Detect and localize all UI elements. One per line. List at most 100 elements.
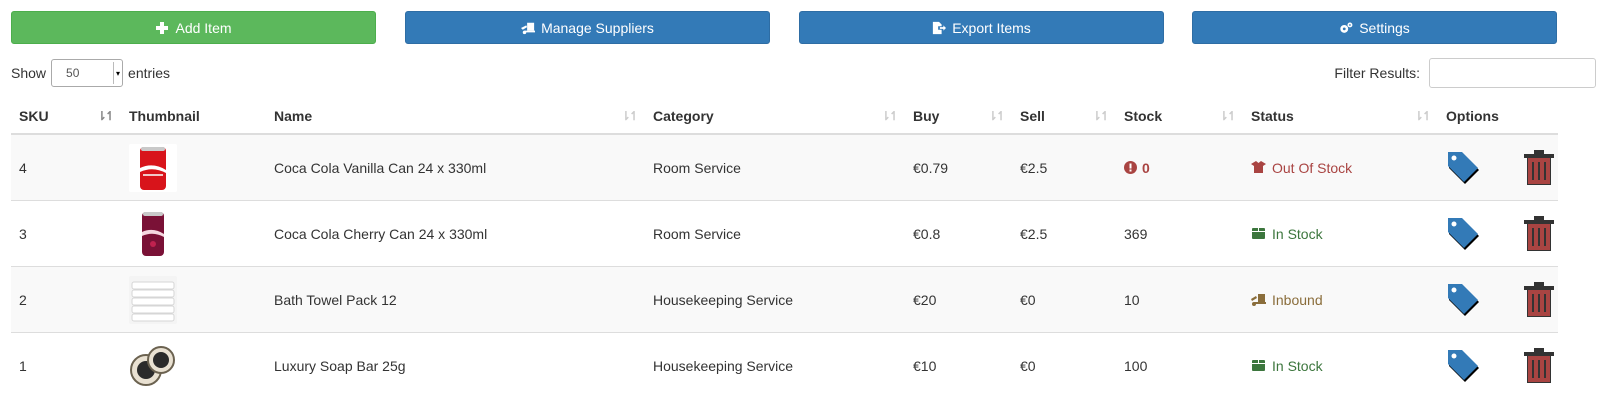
- status-label: Out Of Stock: [1272, 159, 1353, 176]
- manage-suppliers-button[interactable]: Manage Suppliers: [405, 11, 770, 44]
- column-header-buy[interactable]: Buy ⇂↿: [905, 98, 1012, 135]
- towel-stack-icon: [129, 275, 177, 324]
- table-row: 4 Coca Cola Vanilla Can 24 x 330ml Room …: [11, 133, 1558, 201]
- cell-stock: 0: [1116, 133, 1243, 201]
- table-row: 3 Coca Cola Cherry Can 24 x 330ml Room S…: [11, 200, 1558, 267]
- status-label: In Stock: [1272, 225, 1323, 242]
- cell-sell: €0: [1012, 266, 1116, 333]
- cell-options: [1438, 266, 1558, 333]
- cell-options: [1438, 133, 1558, 201]
- filter-label: Filter Results:: [1334, 65, 1420, 81]
- cell-stock: 100: [1116, 332, 1243, 398]
- toolbar: Add Item Manage Suppliers Export Items S…: [11, 11, 1596, 44]
- trash-icon[interactable]: [1524, 216, 1554, 252]
- cell-buy: €10: [905, 332, 1012, 398]
- cell-thumbnail: [121, 266, 266, 333]
- sort-icon: ⇂↿: [880, 109, 899, 123]
- add-item-label: Add Item: [175, 19, 232, 36]
- sort-icon: ⇂↿: [1091, 109, 1110, 123]
- cell-thumbnail: [121, 200, 266, 267]
- cell-stock: 369: [1116, 200, 1243, 267]
- exclamation-circle-icon: [1124, 161, 1137, 174]
- sort-icon: ⇂↿: [1413, 109, 1432, 123]
- filter-input[interactable]: [1429, 58, 1596, 88]
- sort-desc-icon: ⇂↿: [96, 109, 115, 123]
- box-icon: [1252, 360, 1265, 371]
- coca-cola-cherry-can-icon: [129, 209, 177, 258]
- truck-loading-icon: [521, 22, 536, 34]
- cell-category: Housekeeping Service: [645, 332, 905, 398]
- cell-sell: €2.5: [1012, 200, 1116, 267]
- sort-icon: ⇂↿: [1218, 109, 1237, 123]
- cell-status: In Stock: [1243, 200, 1438, 267]
- show-label: Show: [11, 65, 47, 81]
- column-header-name[interactable]: Name ⇂↿: [266, 98, 645, 135]
- soap-bars-icon: [129, 341, 177, 390]
- tag-icon[interactable]: [1446, 150, 1480, 184]
- sort-icon: ⇂↿: [620, 109, 639, 123]
- entries-value: 50: [66, 66, 80, 80]
- status-label: In Stock: [1272, 357, 1323, 374]
- cell-name: Coca Cola Vanilla Can 24 x 330ml: [266, 133, 645, 201]
- column-header-sku[interactable]: SKU ⇂↿: [11, 98, 121, 135]
- cell-buy: €0.8: [905, 200, 1012, 267]
- export-items-button[interactable]: Export Items: [799, 11, 1164, 44]
- box-icon: [1252, 228, 1265, 239]
- trash-icon[interactable]: [1524, 348, 1554, 384]
- coca-cola-vanilla-can-icon: [129, 143, 177, 192]
- settings-label: Settings: [1359, 19, 1410, 36]
- cell-status: Inbound: [1243, 266, 1438, 333]
- tag-icon[interactable]: [1446, 282, 1480, 316]
- cell-category: Housekeeping Service: [645, 266, 905, 333]
- cell-sell: €2.5: [1012, 133, 1116, 201]
- plus-icon: [156, 21, 169, 34]
- table-row: 2 Bath Towel Pack 12 Housekeeping Servic…: [11, 266, 1558, 333]
- cell-category: Room Service: [645, 200, 905, 267]
- settings-button[interactable]: Settings: [1192, 11, 1557, 44]
- add-item-button[interactable]: Add Item: [11, 11, 376, 44]
- cell-stock: 10: [1116, 266, 1243, 333]
- export-items-label: Export Items: [952, 19, 1031, 36]
- sort-icon: ⇂↿: [987, 109, 1006, 123]
- cell-name: Coca Cola Cherry Can 24 x 330ml: [266, 200, 645, 267]
- cell-thumbnail: [121, 133, 266, 201]
- file-export-icon: [933, 21, 947, 34]
- tag-icon[interactable]: [1446, 348, 1480, 382]
- items-table: SKU ⇂↿ Thumbnail Name ⇂↿ Category ⇂↿ Buy ⇂↿ …: [11, 98, 1558, 398]
- column-header-thumbnail: Thumbnail: [121, 98, 266, 135]
- cell-thumbnail: [121, 332, 266, 398]
- cogs-icon: [1340, 21, 1353, 33]
- cell-name: Luxury Soap Bar 25g: [266, 332, 645, 398]
- cell-category: Room Service: [645, 133, 905, 201]
- page-length: Show 50 ▾ entries: [11, 58, 170, 88]
- cell-buy: €0.79: [905, 133, 1012, 201]
- column-header-sell[interactable]: Sell ⇂↿: [1012, 98, 1116, 135]
- entries-label: entries: [128, 65, 171, 81]
- column-header-status[interactable]: Status ⇂↿: [1243, 98, 1438, 135]
- table-header-row: SKU ⇂↿ Thumbnail Name ⇂↿ Category ⇂↿ Buy ⇂↿ …: [11, 98, 1558, 135]
- truck-loading-icon: [1251, 294, 1266, 306]
- trash-icon[interactable]: [1524, 282, 1554, 318]
- entries-select[interactable]: 50 ▾: [51, 59, 124, 87]
- column-header-options: Options: [1438, 98, 1558, 135]
- cell-sku: 3: [11, 200, 121, 267]
- cell-options: [1438, 332, 1558, 398]
- status-label: Inbound: [1272, 291, 1323, 308]
- cell-buy: €20: [905, 266, 1012, 333]
- cell-status: In Stock: [1243, 332, 1438, 398]
- chevron-down-icon: ▾: [113, 62, 122, 84]
- stock-value: 0: [1142, 159, 1150, 176]
- tag-icon[interactable]: [1446, 216, 1480, 250]
- column-header-category[interactable]: Category ⇂↿: [645, 98, 905, 135]
- cell-sku: 4: [11, 133, 121, 201]
- manage-suppliers-label: Manage Suppliers: [541, 19, 654, 36]
- cell-sell: €0: [1012, 332, 1116, 398]
- trash-icon[interactable]: [1524, 150, 1554, 186]
- table-row: 1 Luxury Soap Bar 25g Housekeeping Servi…: [11, 332, 1558, 398]
- table-controls: Show 50 ▾ entries Filter Results:: [11, 58, 1596, 88]
- column-header-stock[interactable]: Stock ⇂↿: [1116, 98, 1243, 135]
- box-open-icon: [1251, 161, 1266, 173]
- cell-sku: 2: [11, 266, 121, 333]
- cell-name: Bath Towel Pack 12: [266, 266, 645, 333]
- cell-options: [1438, 200, 1558, 267]
